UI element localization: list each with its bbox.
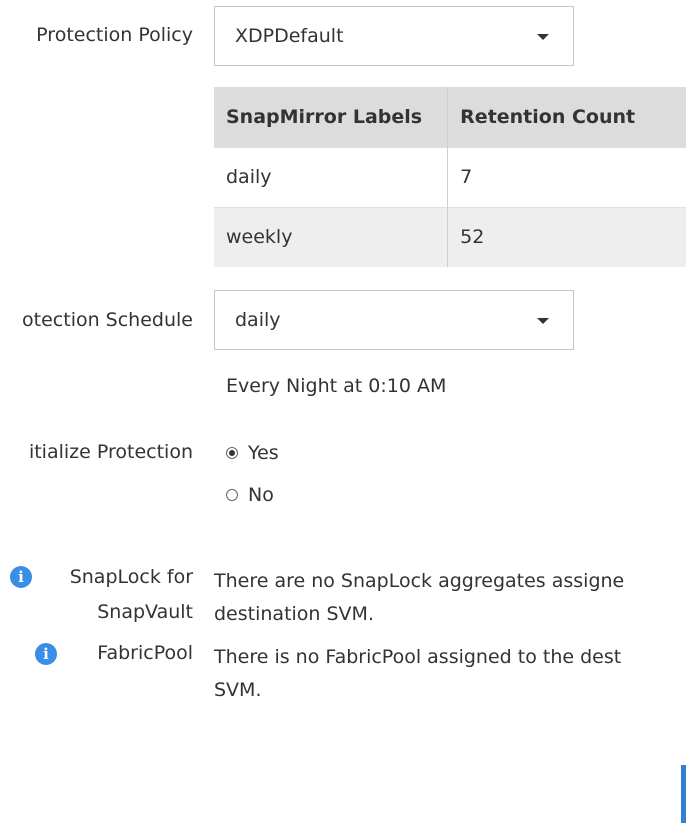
initialize-yes-radio[interactable]: Yes bbox=[226, 442, 279, 464]
fabricpool-message-line1: There is no FabricPool assigned to the d… bbox=[214, 646, 622, 668]
initialize-no-label: No bbox=[248, 484, 274, 506]
protection-schedule-value: daily bbox=[235, 309, 281, 331]
info-icon: i bbox=[10, 566, 32, 588]
radio-checked-icon[interactable] bbox=[226, 447, 238, 459]
info-icon: i bbox=[35, 643, 57, 665]
protection-policy-value: XDPDefault bbox=[235, 25, 344, 47]
primary-button-edge[interactable] bbox=[681, 765, 686, 823]
chevron-down-icon bbox=[537, 34, 549, 40]
protection-schedule-dropdown[interactable]: daily bbox=[214, 290, 574, 350]
snapmirror-label-cell: weekly bbox=[214, 206, 449, 267]
fabricpool-label: FabricPool bbox=[97, 642, 193, 664]
protection-schedule-label: otection Schedule bbox=[22, 309, 193, 331]
table-row: weekly 52 bbox=[214, 206, 686, 267]
radio-unchecked-icon[interactable] bbox=[226, 489, 238, 501]
column-header-retention-count: Retention Count bbox=[447, 87, 686, 147]
chevron-down-icon bbox=[537, 318, 549, 324]
snaplock-message-line2: destination SVM. bbox=[214, 603, 374, 625]
protection-policy-dropdown[interactable]: XDPDefault bbox=[214, 6, 574, 66]
snaplock-label-line2: SnapVault bbox=[97, 601, 193, 623]
snaplock-label-line1: SnapLock for bbox=[69, 566, 193, 588]
column-header-snapmirror-labels: SnapMirror Labels bbox=[214, 87, 449, 147]
table-row: daily 7 bbox=[214, 146, 686, 207]
retention-count-cell: 7 bbox=[447, 146, 686, 207]
initialize-yes-label: Yes bbox=[248, 442, 279, 464]
table-header-row: SnapMirror Labels Retention Count bbox=[214, 87, 686, 147]
retention-table: SnapMirror Labels Retention Count daily … bbox=[214, 87, 686, 267]
snapmirror-label-cell: daily bbox=[214, 146, 449, 207]
schedule-description: Every Night at 0:10 AM bbox=[226, 375, 447, 397]
initialize-protection-label: itialize Protection bbox=[28, 441, 193, 463]
initialize-no-radio[interactable]: No bbox=[226, 484, 274, 506]
retention-count-cell: 52 bbox=[447, 206, 686, 267]
fabricpool-message-line2: SVM. bbox=[214, 679, 262, 701]
protection-policy-label: Protection Policy bbox=[36, 24, 193, 46]
snaplock-message-line1: There are no SnapLock aggregates assigne bbox=[214, 570, 625, 592]
